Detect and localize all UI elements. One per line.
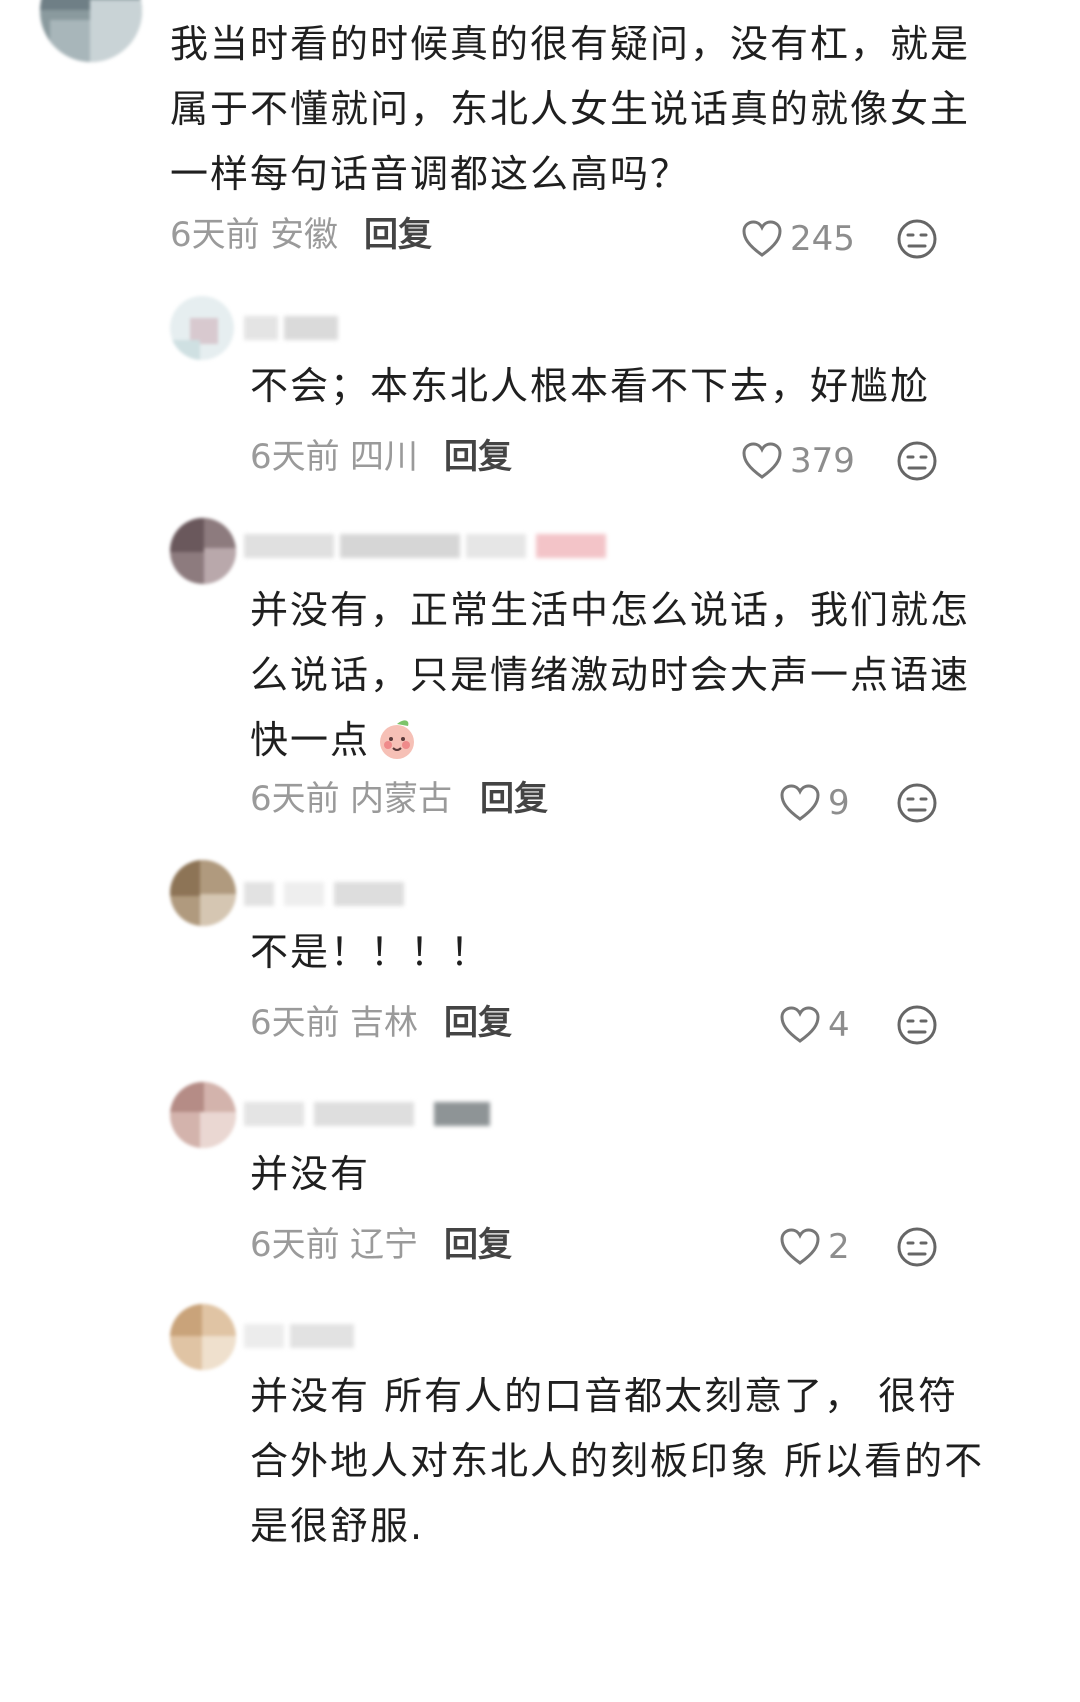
username-redacted[interactable] [244, 876, 414, 910]
avatar[interactable] [170, 860, 236, 926]
dislike-button[interactable] [0, 214, 1080, 264]
avatar[interactable] [170, 1082, 236, 1148]
comment-text: 不会；本东北人根本看不下去，好尴尬 [250, 364, 931, 408]
neutral-face-icon [897, 219, 937, 259]
avatar[interactable] [170, 296, 234, 360]
comment-text: 我当时看的时候真的很有疑问，没有杠，就是 属于不懂就问，东北人女生说话真的就像女… [170, 22, 971, 196]
dislike-button[interactable] [0, 436, 1080, 486]
avatar[interactable] [170, 1304, 236, 1370]
neutral-face-icon [897, 1227, 937, 1267]
avatar[interactable] [40, 0, 142, 62]
neutral-face-icon [897, 1005, 937, 1045]
comment-text: 不是！！！！ [250, 930, 491, 974]
neutral-face-icon [897, 441, 937, 481]
blushing-peach-emoji [380, 719, 415, 759]
comment-text: 并没有，正常生活中怎么说话，我们就怎 么说话，只是情绪激动时会大声一点语速 快一… [250, 588, 971, 762]
username-redacted[interactable] [244, 528, 624, 562]
dislike-button[interactable] [0, 1222, 1080, 1272]
comment-text: 并没有 所有人的口音都太刻意了， 很符 合外地人对东北人的刻板印象 所以看的不 … [250, 1374, 985, 1548]
avatar[interactable] [170, 518, 236, 584]
username-redacted[interactable] [244, 1318, 364, 1352]
username-redacted[interactable] [244, 310, 344, 344]
comment-text: 并没有 [250, 1152, 371, 1196]
username-redacted[interactable] [244, 1096, 504, 1130]
dislike-button[interactable] [0, 778, 1080, 828]
neutral-face-icon [897, 783, 937, 823]
dislike-button[interactable] [0, 1000, 1080, 1050]
